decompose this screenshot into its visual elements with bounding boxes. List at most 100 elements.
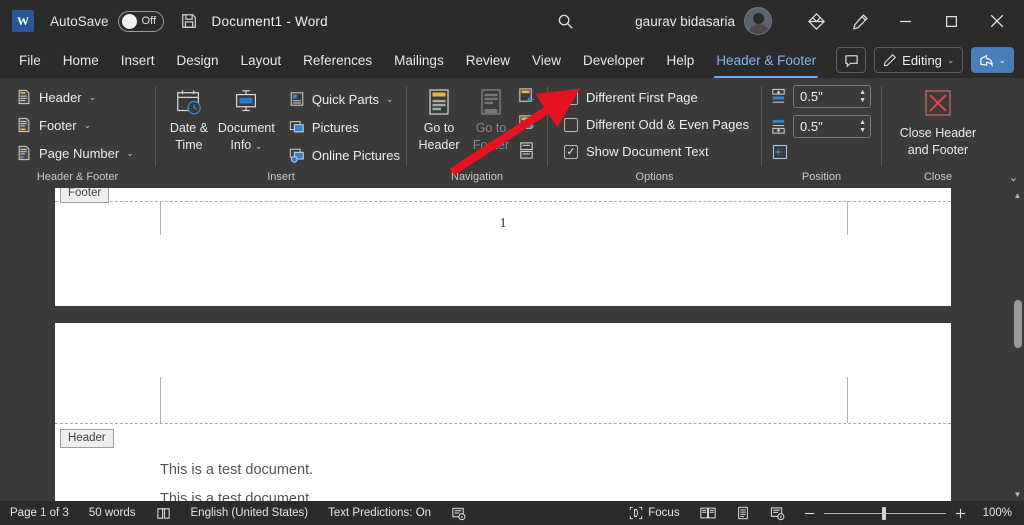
footer-from-bottom-stepper[interactable]: ▲ ▼: [859, 116, 866, 139]
document-info-button[interactable]: Document Info ⌄: [216, 85, 277, 156]
zoom-level[interactable]: 100%: [973, 507, 1024, 519]
tab-references[interactable]: References: [293, 49, 382, 72]
stepper-down-icon[interactable]: ▼: [859, 128, 866, 134]
text-predictions-status[interactable]: Text Predictions: On: [318, 507, 441, 519]
close-icon[interactable]: [974, 0, 1020, 42]
page-status[interactable]: Page 1 of 3: [0, 507, 79, 519]
document-line-1[interactable]: This is a test document.: [160, 462, 313, 478]
left-margin-tick: [160, 377, 161, 423]
avatar[interactable]: [744, 7, 772, 35]
tab-help[interactable]: Help: [657, 49, 705, 72]
document-info-label-1: Document: [218, 121, 275, 135]
collapse-ribbon-button[interactable]: ⌄: [1009, 171, 1018, 184]
insert-alignment-tab-button[interactable]: [770, 143, 789, 166]
stepper-up-icon[interactable]: ▲: [859, 120, 866, 126]
different-odd-even-row[interactable]: Different Odd & Even Pages: [560, 111, 749, 138]
show-document-text-checkbox[interactable]: ✓: [564, 145, 578, 159]
footer-button[interactable]: Footer ⌄: [10, 112, 97, 138]
header-from-top-input[interactable]: 0.5" ▲ ▼: [793, 85, 871, 108]
page-number-label: Page Number: [39, 146, 119, 161]
tab-review[interactable]: Review: [456, 49, 520, 72]
quick-parts-button[interactable]: Quick Parts ⌄: [283, 86, 406, 112]
tab-insert[interactable]: Insert: [111, 49, 165, 72]
comments-button[interactable]: [836, 47, 866, 73]
document-line-2[interactable]: This is a test document.: [160, 491, 313, 501]
account-info[interactable]: gaurav bidasaria: [635, 7, 772, 35]
page-number-field[interactable]: 1: [55, 216, 951, 232]
document-info-icon: [231, 88, 261, 118]
stepper-down-icon[interactable]: ▼: [859, 98, 866, 104]
tab-view[interactable]: View: [522, 49, 571, 72]
accessibility-checker-button[interactable]: [441, 506, 476, 521]
word-count[interactable]: 50 words: [79, 507, 146, 519]
avatar-body: [748, 24, 770, 35]
stepper-up-icon[interactable]: ▲: [859, 90, 866, 96]
different-odd-even-checkbox[interactable]: [564, 118, 578, 132]
page-number-button[interactable]: Page Number ⌄: [10, 140, 140, 166]
editing-mode-button[interactable]: Editing ⌄: [874, 47, 963, 73]
footer-boundary-line: [55, 201, 951, 202]
tab-home[interactable]: Home: [53, 49, 109, 72]
page-1[interactable]: 1: [55, 188, 951, 306]
web-layout-button[interactable]: [760, 506, 795, 521]
tab-developer[interactable]: Developer: [573, 49, 655, 72]
go-to-footer-icon: [477, 88, 505, 118]
pen-highlighter-icon[interactable]: [838, 0, 882, 42]
scrollbar-thumb[interactable]: [1014, 300, 1022, 348]
tab-mailings[interactable]: Mailings: [384, 49, 454, 72]
read-mode-button[interactable]: [690, 506, 726, 520]
ribbon-tabs: File Home Insert Design Layout Reference…: [0, 42, 1024, 78]
autosave-toggle[interactable]: Off: [118, 11, 164, 32]
scroll-down-icon[interactable]: ▼: [1011, 487, 1024, 501]
maximize-icon[interactable]: [928, 0, 974, 42]
save-icon[interactable]: [180, 12, 198, 30]
header-button[interactable]: Header ⌄: [10, 84, 102, 110]
scroll-up-icon[interactable]: ▲: [1011, 188, 1024, 202]
zoom-in-button[interactable]: [952, 507, 973, 520]
zoom-track[interactable]: [824, 513, 946, 514]
chevron-down-icon: ⌄: [84, 120, 92, 131]
go-to-header-button[interactable]: Go to Header: [413, 85, 465, 155]
close-header-and-footer-button[interactable]: Close Header and Footer: [886, 86, 990, 160]
app-name: Word: [295, 14, 328, 29]
search-icon[interactable]: [543, 0, 587, 42]
online-pictures-button[interactable]: Online Pictures: [283, 142, 406, 168]
link-to-previous-button[interactable]: [517, 141, 536, 165]
previous-section-button[interactable]: [517, 87, 536, 111]
language-status[interactable]: English (United States): [181, 507, 319, 519]
tab-layout[interactable]: Layout: [231, 49, 292, 72]
footer-from-bottom-input[interactable]: 0.5" ▲ ▼: [793, 115, 871, 138]
header-from-top-stepper[interactable]: ▲ ▼: [859, 86, 866, 109]
page-2[interactable]: This is a test document. This is a test …: [55, 323, 951, 501]
quick-parts-label: Quick Parts: [312, 92, 379, 107]
close-header-footer-icon: [921, 89, 955, 123]
proofing-errors-button[interactable]: [146, 506, 181, 521]
pictures-label: Pictures: [312, 120, 359, 135]
editing-mode-label: Editing: [902, 53, 942, 68]
different-first-page-row[interactable]: Different First Page: [560, 84, 698, 111]
proofing-errors-icon: [156, 506, 171, 521]
share-button[interactable]: ⌄: [971, 47, 1014, 73]
date-and-time-button[interactable]: Date & Time: [164, 85, 214, 155]
next-section-button[interactable]: [517, 114, 536, 138]
microsoft-365-diamond-icon[interactable]: [794, 0, 838, 42]
zoom-out-button[interactable]: [795, 507, 818, 520]
focus-mode-button[interactable]: Focus: [619, 506, 689, 520]
go-to-footer-button[interactable]: Go to Footer: [465, 85, 517, 155]
pictures-icon: [289, 119, 305, 135]
header-from-top-icon: [770, 88, 787, 105]
vertical-scrollbar[interactable]: ▲ ▼: [1011, 188, 1024, 501]
tab-design[interactable]: Design: [167, 49, 229, 72]
avatar-head: [753, 13, 764, 24]
zoom-handle[interactable]: [882, 507, 886, 520]
zoom-slider[interactable]: [824, 513, 946, 514]
tab-file[interactable]: File: [9, 49, 51, 72]
minimize-icon[interactable]: [882, 0, 928, 42]
pictures-button[interactable]: Pictures: [283, 114, 406, 140]
quick-parts-icon: [289, 91, 305, 107]
show-document-text-row[interactable]: ✓ Show Document Text: [560, 138, 709, 165]
document-canvas[interactable]: 1 Footer This is a test document. This i…: [0, 188, 1024, 501]
print-layout-button[interactable]: [726, 506, 760, 520]
tab-header-and-footer[interactable]: Header & Footer: [706, 49, 826, 72]
different-first-page-checkbox[interactable]: [564, 91, 578, 105]
